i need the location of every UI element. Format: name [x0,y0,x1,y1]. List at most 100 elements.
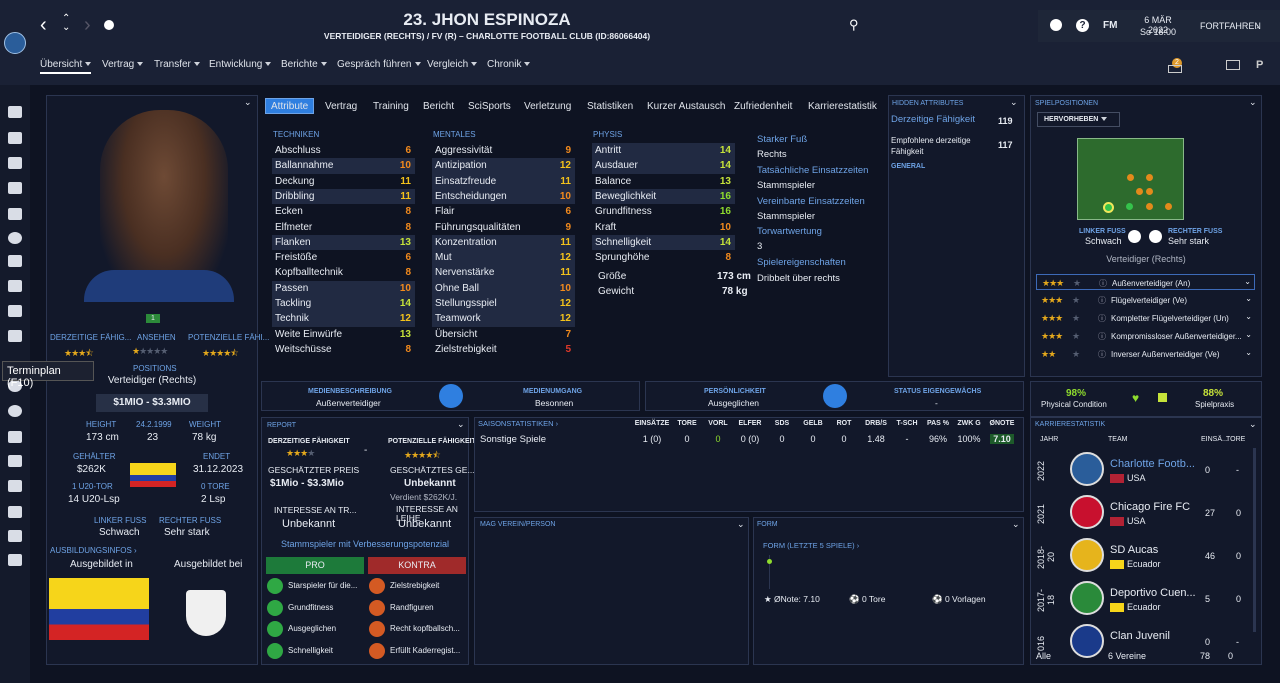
attr-row[interactable]: Ecken 8 [272,204,415,219]
menu-history[interactable]: Chronik [487,59,531,70]
help-icon[interactable]: ? [1076,19,1089,32]
tab-training[interactable]: Training [373,101,409,117]
squad-icon[interactable] [8,157,22,169]
medical-icon[interactable] [8,305,22,317]
inbox-nav-icon[interactable] [8,132,22,144]
attr-row[interactable]: Flanken 13 [272,234,415,251]
inbox-icon[interactable] [1168,65,1182,73]
world-icon[interactable] [1050,19,1062,31]
season-stats-header[interactable]: SAISONSTATISTIKEN › [478,419,558,428]
data-hub-icon[interactable] [8,232,22,244]
continue-arrow-icon[interactable]: › [1256,21,1259,31]
attr-row[interactable]: Einsatzfreude 11 [432,173,575,189]
attr-row[interactable]: Freistöße 6 [272,250,415,265]
attr-row[interactable]: Beweglichkeit 16 [592,188,735,205]
menu-talk[interactable]: Gespräch führen [337,59,421,70]
tab-quick-chat[interactable]: Kurzer Austausch [647,101,725,117]
season-col-header[interactable]: EINSÄTZE [634,420,670,427]
menu-transfer[interactable]: Transfer [154,59,200,70]
calendar-icon[interactable] [8,330,22,342]
career-scrollbar[interactable] [1253,448,1256,632]
tab-happiness[interactable]: Zufriedenheit [734,101,792,117]
attr-row[interactable]: Konzentration 11 [432,234,575,251]
role-row[interactable]: ★★★ ★ ⓘ Flügelverteidiger (Ve) ⌄ [1036,292,1255,308]
season-col-header[interactable]: ØNOTE [984,420,1020,427]
attr-row[interactable]: Schnelligkeit 14 [592,234,735,251]
fm-icon[interactable]: FM [1103,20,1117,31]
attr-row[interactable]: Balance 13 [592,174,735,189]
back-arrow-icon[interactable]: ‹ [40,14,47,37]
mag-menu-icon[interactable]: ⌄ [737,519,745,530]
season-col-header[interactable]: ELFER [732,420,768,427]
club-logo[interactable] [4,32,26,54]
menu-contract[interactable]: Vertrag [102,59,144,70]
season-col-header[interactable]: ZWK G [951,420,987,427]
tab-report[interactable]: Bericht [423,101,454,117]
menu-compare[interactable]: Vergleich [427,59,478,70]
continue-button[interactable]: FORTFAHREN [1200,21,1261,31]
forward-arrow-icon[interactable]: › [84,14,91,37]
dev-centre-icon[interactable] [8,480,22,492]
attr-row[interactable]: Übersicht 7 [432,327,575,342]
attr-row[interactable]: Weite Einwürfe 13 [272,327,415,342]
role-dropdown-icon[interactable]: ⌄ [1245,348,1252,357]
menu-overview[interactable]: Übersicht [40,59,92,74]
attr-row[interactable]: Weitschüsse 8 [272,342,415,357]
info-icon[interactable]: ⓘ [1098,331,1106,342]
dynamics-icon[interactable] [8,182,22,194]
training-info-link[interactable]: AUSBILDUNGSINFOS › [50,546,137,555]
season-col-header[interactable]: VORL [700,420,736,427]
info-icon[interactable]: ⓘ [1098,295,1106,306]
info-icon[interactable]: ⓘ [1098,313,1106,324]
tab-attributes[interactable]: Attribute [265,98,315,114]
attr-row[interactable]: Kraft 10 [592,220,735,235]
attr-row[interactable]: Deckung 11 [272,174,415,189]
home-icon[interactable] [8,106,22,118]
people-icon[interactable] [8,530,22,542]
attr-row[interactable]: Antritt 14 [592,143,735,159]
training-icon[interactable] [8,280,22,292]
attr-row[interactable]: Aggressivität 9 [432,143,575,158]
attr-row[interactable]: Antizipation 12 [432,158,575,174]
staff-icon[interactable] [8,255,22,267]
form-sub-header[interactable]: FORM (LETZTE 5 SPIELE) › [763,541,859,550]
search-icon[interactable]: ⚲ [849,17,859,33]
attr-row[interactable]: Abschluss 6 [272,143,415,158]
attr-row[interactable]: Tackling 14 [272,296,415,312]
paypal-icon[interactable]: P [1256,59,1263,71]
up-down-icon[interactable]: ⌃ ⌄ [62,14,70,33]
attr-row[interactable]: Kopfballtechnik 8 [272,265,415,280]
attr-row[interactable]: Technik 12 [272,311,415,327]
hidden-menu-icon[interactable]: ⌄ [1010,97,1018,108]
attr-row[interactable]: Grundfitness 16 [592,204,735,219]
menu-reports[interactable]: Berichte [281,59,327,70]
role-row[interactable]: ★★★ ★ ⓘ Außenverteidiger (An) ⌄ [1036,274,1255,290]
attr-row[interactable]: Entscheidungen 10 [432,188,575,205]
role-dropdown-icon[interactable]: ⌄ [1245,294,1252,303]
tab-career-stats[interactable]: Karrierestatistik [808,101,877,117]
info-icon[interactable]: ⓘ [1099,278,1107,289]
attr-row[interactable]: Nervenstärke 11 [432,265,575,281]
options-icon[interactable] [104,20,114,30]
role-row[interactable]: ★★★ ★ ⓘ Kompromissloser Außenverteidiger...… [1036,328,1255,344]
positions-menu-icon[interactable]: ⌄ [1249,97,1257,108]
manager-icon[interactable] [8,554,22,566]
club-info-icon[interactable] [8,431,22,443]
role-dropdown-icon[interactable]: ⌄ [1245,330,1252,339]
role-dropdown-icon[interactable]: ⌄ [1244,277,1251,286]
role-row[interactable]: ★★ ★ ⓘ Inverser Außenverteidiger (Ve) ⌄ [1036,346,1255,362]
tab-stats[interactable]: Statistiken [587,101,633,117]
attr-row[interactable]: Ohne Ball 10 [432,280,575,296]
attr-row[interactable]: Elfmeter 8 [272,220,415,235]
info-icon[interactable]: ⓘ [1098,349,1106,360]
menu-development[interactable]: Entwicklung [209,59,272,70]
report-icon[interactable] [8,506,22,518]
report-menu-icon[interactable]: ⌄ [457,419,465,430]
tab-contract[interactable]: Vertrag [325,101,357,117]
tab-injury[interactable]: Verletzung [524,101,571,117]
highlight-select[interactable]: HERVORHEBEN [1037,112,1120,127]
profile-menu-icon[interactable]: ⌄ [244,97,252,108]
attr-row[interactable]: Flair 6 [432,204,575,219]
tactics-icon[interactable] [8,208,22,220]
role-dropdown-icon[interactable]: ⌄ [1245,312,1252,321]
